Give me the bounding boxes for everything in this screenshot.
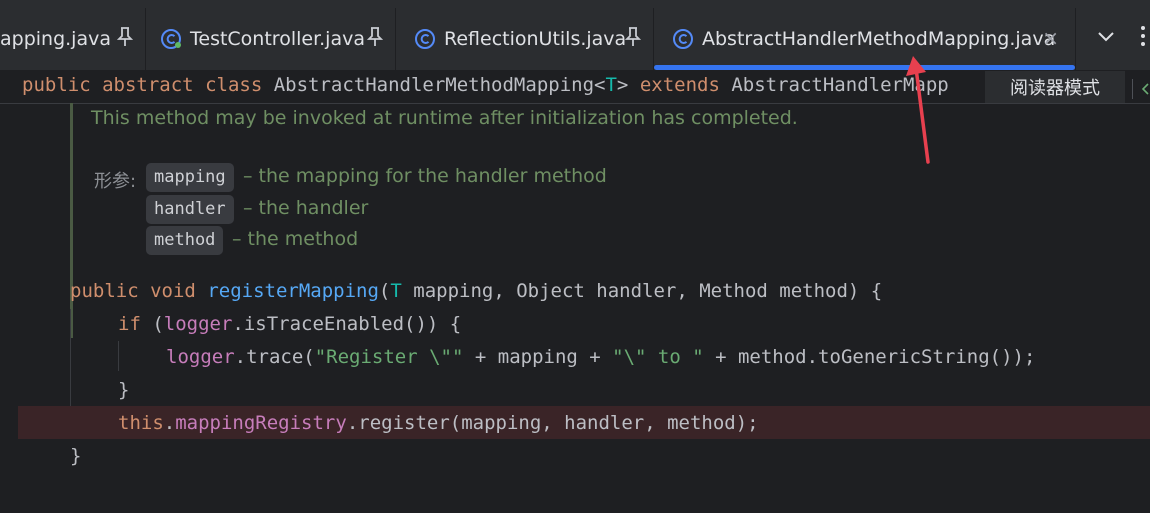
doc-comment-bar bbox=[70, 103, 73, 338]
tab-label: apping.java bbox=[0, 28, 111, 50]
class-file-icon bbox=[161, 29, 181, 49]
tab-abstracthandlermethodmapping-java[interactable]: AbstractHandlerMethodMapping.java × bbox=[654, 8, 1076, 70]
code-line-close-method[interactable]: } bbox=[70, 445, 81, 467]
code-line-method-signature[interactable]: public void registerMapping(T mapping, O… bbox=[70, 280, 882, 302]
doc-description: This method may be invoked at runtime af… bbox=[91, 107, 798, 129]
more-vertical-icon[interactable] bbox=[1138, 22, 1148, 50]
tab-label: TestController.java bbox=[190, 28, 365, 50]
tab-reflectionutils-java[interactable]: ReflectionUtils.java bbox=[396, 8, 654, 70]
code-line-close-if[interactable]: } bbox=[118, 379, 129, 401]
chevron-left-icon[interactable] bbox=[1141, 83, 1150, 95]
code-line-trace[interactable]: logger.trace("Register \"" + mapping + "… bbox=[166, 346, 1035, 368]
editor-tab-bar: apping.java TestController.java Reflecti… bbox=[0, 0, 1150, 71]
close-icon[interactable]: × bbox=[1042, 26, 1059, 50]
pin-icon[interactable] bbox=[367, 26, 383, 48]
params-label: 形参: bbox=[94, 171, 137, 192]
code-line-register[interactable]: this.mappingRegistry.register(mapping, h… bbox=[118, 412, 759, 434]
indent-guide bbox=[118, 341, 119, 371]
divider bbox=[1132, 79, 1133, 99]
param-name-method: method bbox=[146, 226, 224, 255]
reader-mode-button[interactable]: 阅读器模式 bbox=[985, 71, 1125, 103]
param-name-mapping: mapping bbox=[146, 163, 234, 192]
tab-apping-java[interactable]: apping.java bbox=[0, 8, 146, 70]
tab-testcontroller-java[interactable]: TestController.java bbox=[146, 8, 396, 70]
tab-label: ReflectionUtils.java bbox=[444, 28, 627, 50]
arrow-annotation-icon bbox=[906, 56, 930, 164]
code-editor[interactable]: public abstract class AbstractHandlerMet… bbox=[0, 71, 1150, 513]
pin-icon[interactable] bbox=[117, 26, 133, 48]
sticky-class-header[interactable]: public abstract class AbstractHandlerMet… bbox=[0, 71, 1150, 104]
param-desc-handler: – the handler bbox=[243, 197, 369, 219]
chevron-down-icon[interactable] bbox=[1094, 24, 1118, 48]
tab-label: AbstractHandlerMethodMapping.java bbox=[702, 28, 1056, 50]
class-file-icon bbox=[415, 29, 435, 49]
param-desc-mapping: – the mapping for the handler method bbox=[243, 165, 607, 187]
param-desc-method: – the method bbox=[232, 228, 359, 250]
class-file-icon bbox=[673, 29, 693, 49]
pin-icon[interactable] bbox=[625, 26, 641, 48]
code-line-if[interactable]: if (logger.isTraceEnabled()) { bbox=[118, 313, 461, 335]
param-name-handler: handler bbox=[146, 195, 234, 224]
class-declaration: public abstract class AbstractHandlerMet… bbox=[22, 74, 949, 96]
